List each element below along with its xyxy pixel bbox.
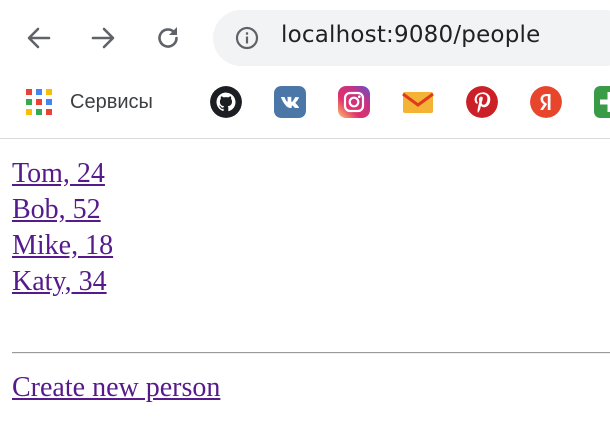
person-link-mike[interactable]: Mike, 18 — [12, 228, 113, 264]
people-list: Tom, 24 Bob, 52 Mike, 18 Katy, 34 — [12, 156, 113, 300]
yandex-icon — [530, 86, 562, 118]
person-link-bob[interactable]: Bob, 52 — [12, 192, 113, 228]
gmail-icon — [402, 92, 434, 113]
bookmark-apps[interactable]: Сервисы — [26, 86, 153, 118]
github-icon — [210, 86, 242, 118]
vk-icon — [274, 86, 306, 118]
horizontal-rule — [12, 352, 610, 354]
forward-arrow-icon — [91, 27, 115, 49]
reload-icon — [158, 27, 178, 48]
create-new-person-link[interactable]: Create new person — [12, 370, 220, 406]
apps-grid-icon — [26, 89, 52, 115]
info-icon[interactable] — [235, 26, 259, 50]
bookmark-github[interactable] — [210, 86, 242, 118]
google-plus-icon — [594, 86, 610, 118]
url-text[interactable]: localhost:9080/people — [281, 22, 540, 48]
person-link-katy[interactable]: Katy, 34 — [12, 264, 113, 300]
pinterest-icon — [466, 86, 498, 118]
back-button[interactable] — [23, 22, 55, 54]
address-bar[interactable]: localhost:9080/people — [213, 10, 610, 66]
instagram-icon — [338, 86, 370, 118]
bookmark-apps-label: Сервисы — [70, 90, 153, 113]
bookmark-vk[interactable] — [274, 86, 306, 118]
person-link-tom[interactable]: Tom, 24 — [12, 156, 113, 192]
bookmark-google-plus[interactable] — [594, 86, 610, 118]
bookmark-yandex[interactable] — [530, 86, 562, 118]
bookmark-pinterest[interactable] — [466, 86, 498, 118]
bookmark-gmail[interactable] — [402, 86, 434, 118]
bookmark-instagram[interactable] — [338, 86, 370, 118]
back-arrow-icon — [27, 27, 51, 49]
reload-button[interactable] — [152, 22, 184, 54]
forward-button[interactable] — [87, 22, 119, 54]
browser-toolbar: localhost:9080/people — [0, 0, 610, 78]
